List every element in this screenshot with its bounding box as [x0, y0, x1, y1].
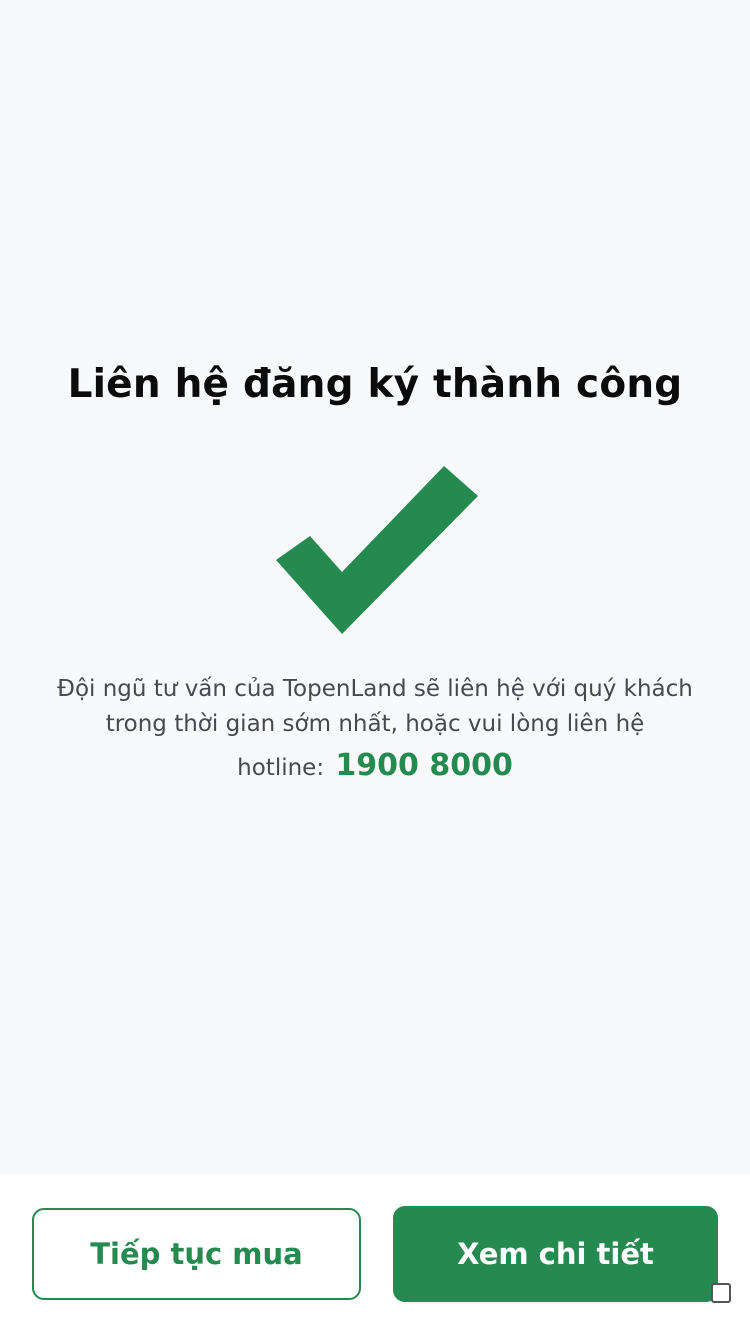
hotline-label: hotline: [237, 755, 325, 781]
square-icon[interactable] [711, 1283, 731, 1303]
message-line-2: trong thời gian sớm nhất, hoặc vui lòng … [105, 711, 645, 737]
continue-shopping-button[interactable]: Tiếp tục mua [32, 1208, 361, 1300]
success-message: Đội ngũ tư vấn của TopenLand sẽ liên hệ … [40, 672, 710, 786]
hotline-line: hotline: 1900 8000 [40, 748, 710, 786]
page-title: Liên hệ đăng ký thành công [67, 362, 683, 407]
footer-bar: Tiếp tục mua Xem chi tiết [0, 1174, 750, 1334]
view-details-button[interactable]: Xem chi tiết [393, 1206, 718, 1302]
hotline-number[interactable]: 1900 8000 [335, 748, 512, 783]
message-line-1: Đội ngũ tư vấn của TopenLand sẽ liên hệ … [57, 676, 693, 702]
checkmark-icon [276, 466, 478, 634]
